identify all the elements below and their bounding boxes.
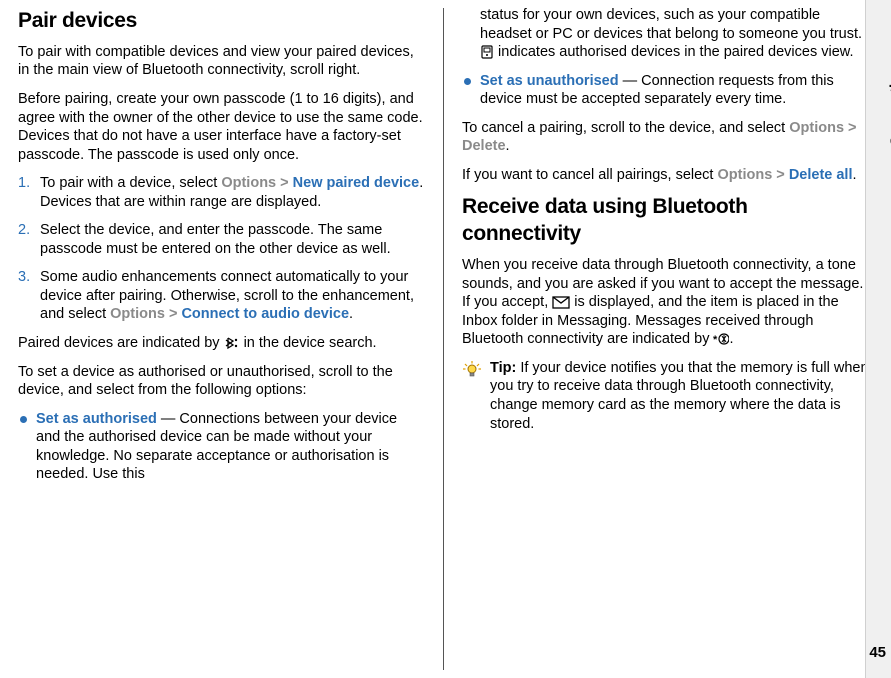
heading-receive-data: Receive data using Bluetooth connectivit… — [462, 194, 869, 248]
paragraph: To pair with compatible devices and view… — [18, 43, 425, 80]
paragraph: To cancel a pairing, scroll to the devic… — [462, 119, 869, 156]
text: . — [852, 167, 856, 183]
envelope-icon — [552, 296, 570, 309]
menu-option-label: Delete all — [789, 167, 853, 183]
menu-separator: > — [844, 120, 857, 136]
text: . — [349, 306, 353, 322]
text: Paired devices are indicated by — [18, 335, 224, 351]
side-tab-label: Connections — [887, 58, 891, 147]
menu-option-label: Connect to audio device — [181, 306, 349, 322]
side-tab: Connections 45 — [865, 0, 891, 678]
text: If you want to cancel all pairings, sele… — [462, 167, 718, 183]
paragraph: To set a device as authorised or unautho… — [18, 363, 425, 400]
menu-separator: > — [276, 175, 293, 191]
paragraph: When you receive data through Bluetooth … — [462, 256, 869, 349]
list-number: 3. — [18, 268, 30, 287]
text: To cancel a pairing, scroll to the devic… — [462, 120, 789, 136]
list-number: 1. — [18, 174, 30, 193]
bluetooth-paired-icon — [224, 336, 240, 350]
left-column: Pair devices To pair with compatible dev… — [18, 8, 439, 670]
text: indicates authorised devices in the pair… — [494, 44, 853, 60]
list-item: 2. Select the device, and enter the pass… — [18, 221, 425, 258]
ordered-list: 1. To pair with a device, select Options… — [18, 174, 425, 324]
list-number: 2. — [18, 221, 30, 240]
page-content: Pair devices To pair with compatible dev… — [0, 0, 891, 678]
tip-lightbulb-icon — [462, 361, 482, 381]
text: Select the device, and enter the passcod… — [40, 222, 391, 257]
unordered-list: Set as unauthorised — Connection request… — [462, 72, 869, 109]
tip-block: Tip: If your device notifies you that th… — [462, 359, 869, 443]
authorised-device-icon — [480, 45, 494, 59]
svg-text:*: * — [713, 334, 718, 346]
column-divider — [443, 8, 444, 670]
option-label: Set as unauthorised — [480, 73, 619, 89]
menu-option-label: Options — [718, 167, 773, 183]
menu-option-label: Delete — [462, 138, 506, 154]
tip-label: Tip: — [490, 360, 520, 376]
paragraph: Paired devices are indicated by in the d… — [18, 334, 425, 353]
list-item: 3. Some audio enhancements connect autom… — [18, 268, 425, 324]
menu-separator: > — [165, 306, 182, 322]
unordered-list: Set as authorised — Connections between … — [18, 410, 425, 484]
text: status for your own devices, such as you… — [480, 7, 862, 42]
list-item: 1. To pair with a device, select Options… — [18, 174, 425, 211]
list-item: Set as authorised — Connections between … — [18, 410, 425, 484]
menu-option-label: Options — [789, 120, 844, 136]
right-column: status for your own devices, such as you… — [448, 8, 879, 670]
paragraph: If you want to cancel all pairings, sele… — [462, 166, 869, 185]
paragraph: Before pairing, create your own passcode… — [18, 90, 425, 164]
text: . — [729, 331, 733, 347]
menu-option-label: New paired device — [293, 175, 420, 191]
page-number: 45 — [869, 643, 886, 662]
text: . — [506, 138, 510, 154]
bluetooth-message-icon: * — [713, 332, 729, 346]
text: If your device notifies you that the mem… — [490, 360, 869, 432]
tip-paragraph: Tip: If your device notifies you that th… — [490, 359, 869, 433]
menu-option-label: Options — [110, 306, 165, 322]
list-item: Set as unauthorised — Connection request… — [462, 72, 869, 109]
text: in the device search. — [240, 335, 377, 351]
menu-separator: > — [772, 167, 789, 183]
menu-option-label: Options — [221, 175, 276, 191]
text: To pair with a device, select — [40, 175, 221, 191]
option-label: Set as authorised — [36, 411, 157, 427]
heading-pair-devices: Pair devices — [18, 8, 425, 35]
paragraph-continuation: status for your own devices, such as you… — [462, 6, 869, 62]
